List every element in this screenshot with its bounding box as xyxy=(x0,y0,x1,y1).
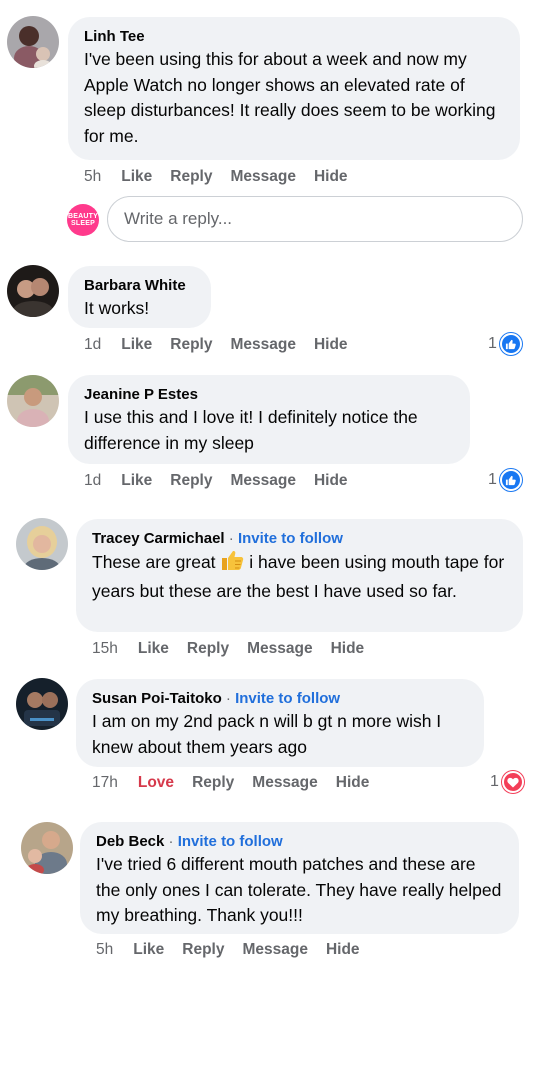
comment-author[interactable]: Jeanine P Estes xyxy=(84,385,454,405)
comment-author-line: Tracey Carmichael · Invite to follow xyxy=(92,529,507,549)
comment-timestamp[interactable]: 1d xyxy=(84,472,101,489)
comment-bubble: Linh Tee I've been using this for about … xyxy=(68,17,520,160)
comment-author[interactable]: Deb Beck xyxy=(96,833,164,850)
like-button[interactable]: Like xyxy=(121,168,152,185)
comment-text: It works! xyxy=(84,298,150,318)
reaction-count[interactable]: 1 xyxy=(490,771,524,793)
message-button[interactable]: Message xyxy=(230,472,295,489)
dot-separator: · xyxy=(228,530,234,547)
hide-button[interactable]: Hide xyxy=(336,774,370,791)
comment-text-part: These are great xyxy=(92,552,216,572)
hide-button[interactable]: Hide xyxy=(314,168,348,185)
hide-button[interactable]: Hide xyxy=(314,472,348,489)
reply-button[interactable]: Reply xyxy=(170,336,212,353)
comment-actions: 1d Like Reply Message Hide xyxy=(84,336,366,354)
message-button[interactable]: Message xyxy=(247,640,312,657)
reply-button[interactable]: Reply xyxy=(192,774,234,791)
comment-actions: 1d Like Reply Message Hide xyxy=(84,472,366,490)
like-button[interactable]: Like xyxy=(133,941,164,958)
comment-actions: 5h Like Reply Message Hide xyxy=(96,941,378,959)
message-button[interactable]: Message xyxy=(252,774,317,791)
comment-author[interactable]: Barbara White xyxy=(84,276,195,296)
comment-text: I am on my 2nd pack n will b gt n more w… xyxy=(92,711,442,757)
comment-bubble: Deb Beck · Invite to follow I've tried 6… xyxy=(80,822,519,934)
comment-actions: 17h Love Reply Message Hide xyxy=(92,774,387,792)
comment-author[interactable]: Tracey Carmichael xyxy=(92,530,225,547)
comment-timestamp[interactable]: 5h xyxy=(84,168,101,185)
love-button[interactable]: Love xyxy=(138,774,174,791)
reply-button[interactable]: Reply xyxy=(187,640,229,657)
reply-input[interactable]: Write a reply... xyxy=(107,196,523,242)
comment-actions: 5h Like Reply Message Hide xyxy=(84,168,366,186)
comment-author-line: Susan Poi-Taitoko · Invite to follow xyxy=(92,689,468,709)
dot-separator: · xyxy=(168,833,174,850)
reaction-count[interactable]: 1 xyxy=(488,333,522,355)
hide-button[interactable]: Hide xyxy=(326,941,360,958)
avatar[interactable] xyxy=(7,375,59,427)
comment-timestamp[interactable]: 15h xyxy=(92,640,118,657)
message-button[interactable]: Message xyxy=(230,336,295,353)
comment-text: I've been using this for about a week an… xyxy=(84,49,496,146)
comment-text: I use this and I love it! I definitely n… xyxy=(84,407,418,453)
reaction-number: 1 xyxy=(488,335,497,352)
page-avatar: BEAUTY SLEEP xyxy=(67,204,99,236)
comment-author[interactable]: Susan Poi-Taitoko xyxy=(92,690,222,707)
like-button[interactable]: Like xyxy=(138,640,169,657)
comment-author[interactable]: Linh Tee xyxy=(84,27,504,47)
reply-placeholder: Write a reply... xyxy=(124,209,233,228)
thumbs-up-emoji-icon xyxy=(220,549,244,579)
comment-timestamp[interactable]: 5h xyxy=(96,941,113,958)
dot-separator: · xyxy=(225,690,231,707)
invite-to-follow-link[interactable]: Invite to follow xyxy=(178,833,283,850)
comment-author-line: Deb Beck · Invite to follow xyxy=(96,832,503,852)
reply-button[interactable]: Reply xyxy=(182,941,224,958)
invite-to-follow-link[interactable]: Invite to follow xyxy=(238,530,343,547)
hide-button[interactable]: Hide xyxy=(331,640,365,657)
like-reaction-icon xyxy=(499,469,522,491)
reaction-count[interactable]: 1 xyxy=(488,469,522,491)
message-button[interactable]: Message xyxy=(230,168,295,185)
avatar[interactable] xyxy=(7,265,59,317)
reply-button[interactable]: Reply xyxy=(170,472,212,489)
comment-timestamp[interactable]: 17h xyxy=(92,774,118,791)
hide-button[interactable]: Hide xyxy=(314,336,348,353)
avatar[interactable] xyxy=(16,518,68,570)
comment-bubble: Susan Poi-Taitoko · Invite to follow I a… xyxy=(76,679,484,767)
reply-button[interactable]: Reply xyxy=(170,168,212,185)
comment-bubble: Jeanine P Estes I use this and I love it… xyxy=(68,375,470,464)
avatar[interactable] xyxy=(16,678,68,730)
reaction-number: 1 xyxy=(490,773,499,790)
invite-to-follow-link[interactable]: Invite to follow xyxy=(235,690,340,707)
avatar[interactable] xyxy=(7,16,59,68)
avatar[interactable] xyxy=(21,822,73,874)
like-reaction-icon xyxy=(499,333,522,355)
comment-text: I've tried 6 different mouth patches and… xyxy=(96,854,502,925)
love-reaction-icon xyxy=(501,771,524,793)
comment-bubble: Tracey Carmichael · Invite to follow The… xyxy=(76,519,523,632)
like-button[interactable]: Like xyxy=(121,472,152,489)
page-avatar-label: BEAUTY SLEEP xyxy=(68,213,98,227)
comment-bubble: Barbara White It works! xyxy=(68,266,211,328)
comment-actions: 15h Like Reply Message Hide xyxy=(92,640,382,658)
message-button[interactable]: Message xyxy=(242,941,307,958)
comment-text: These are great i have been using mouth … xyxy=(92,549,507,604)
comment-timestamp[interactable]: 1d xyxy=(84,336,101,353)
like-button[interactable]: Like xyxy=(121,336,152,353)
reaction-number: 1 xyxy=(488,471,497,488)
